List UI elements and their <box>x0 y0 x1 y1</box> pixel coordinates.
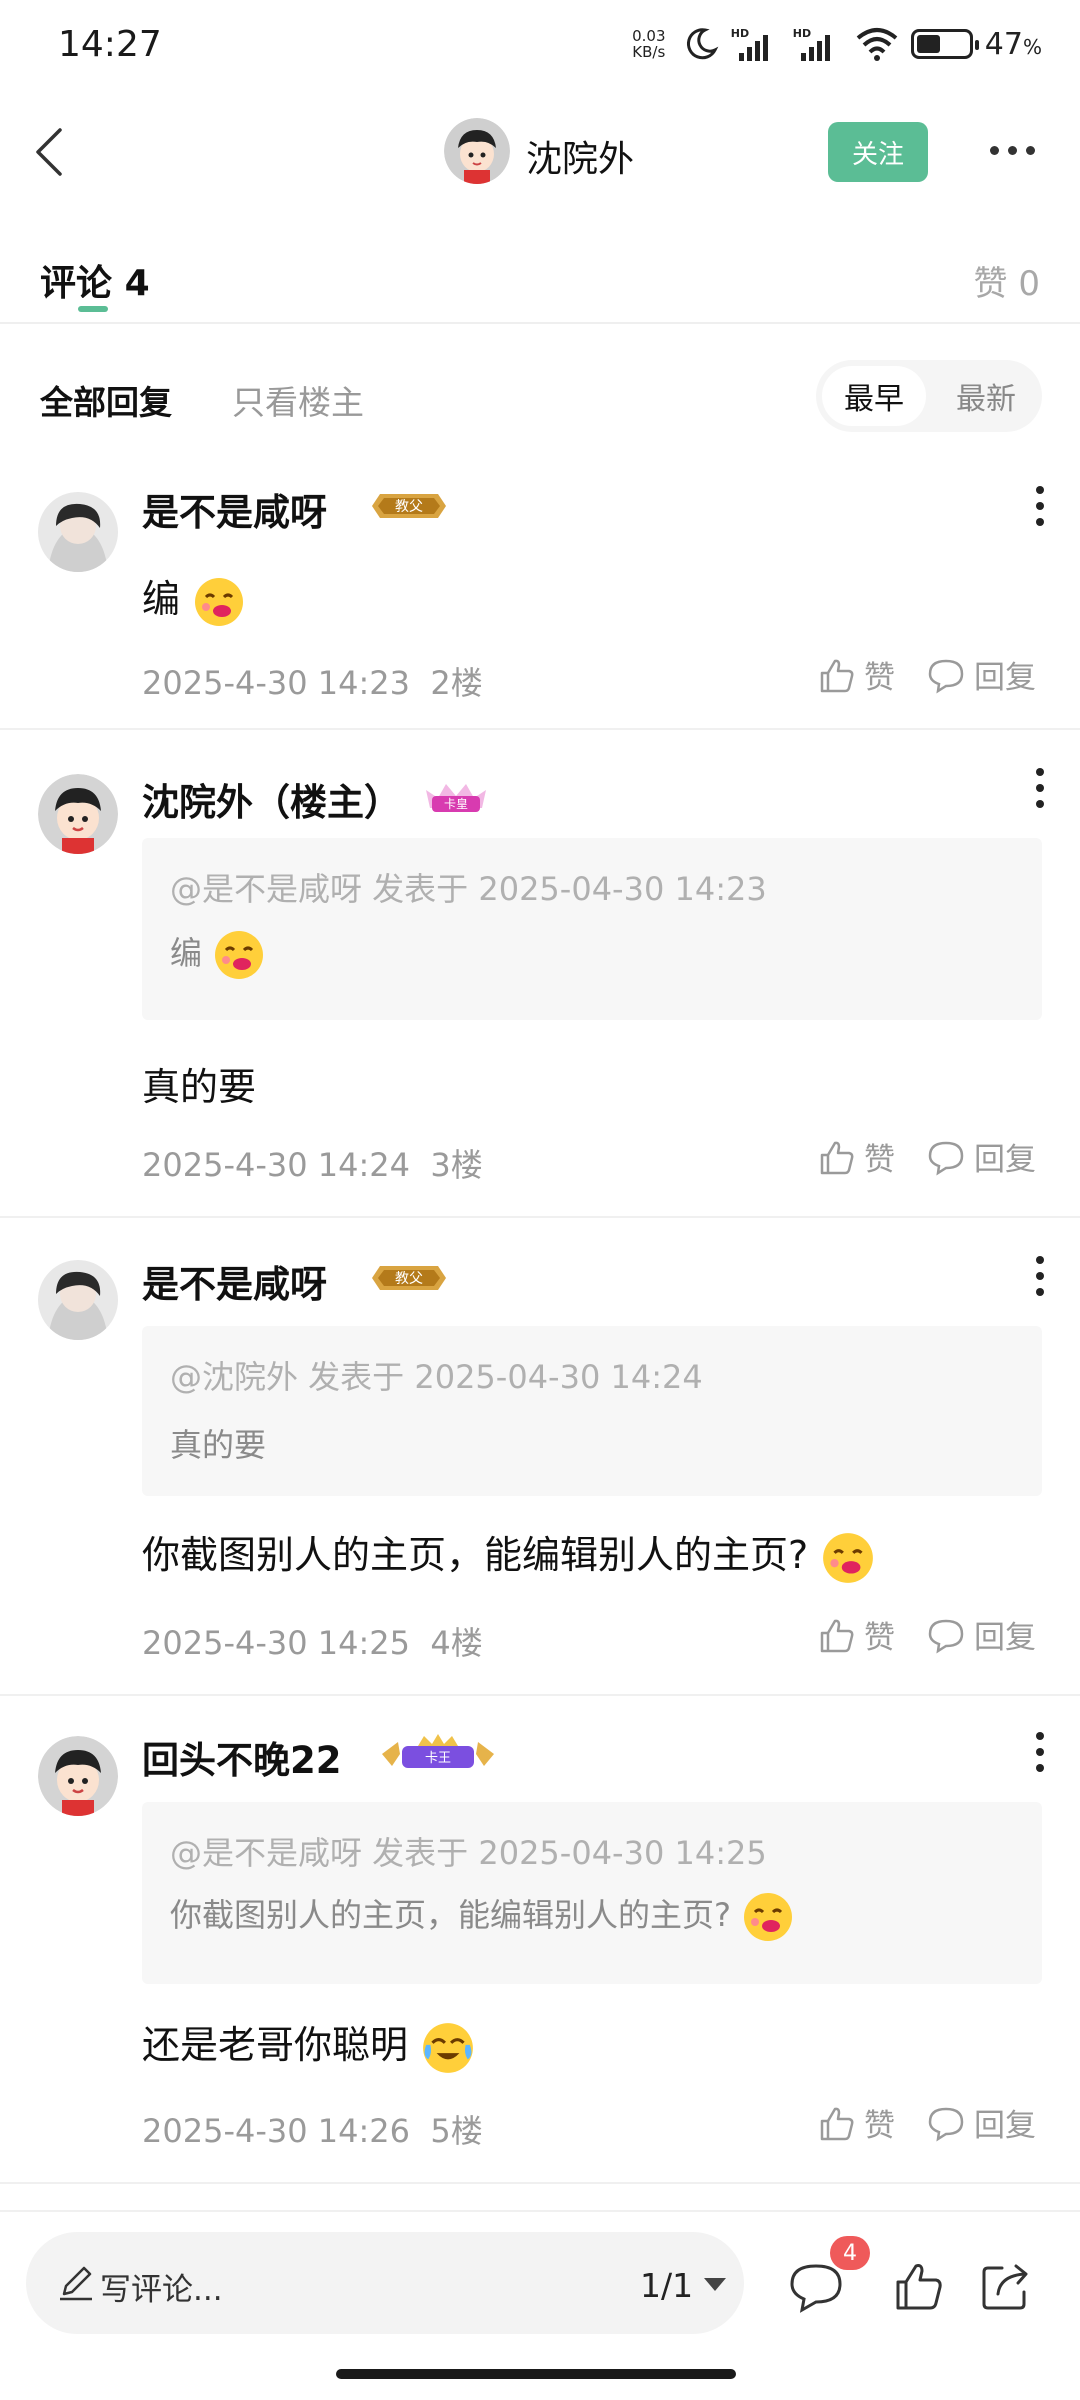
commenter-name[interactable]: 沈院外（楼主） <box>142 772 401 826</box>
thumbs-up-icon[interactable] <box>890 2258 946 2314</box>
commenter-avatar[interactable] <box>38 1736 118 1816</box>
status-bar: 14:27 0.03 KB/s HD HD 47% <box>0 0 1080 90</box>
page-indicator[interactable]: 1/1 <box>640 2266 693 2305</box>
share-icon[interactable] <box>978 2258 1034 2314</box>
drooling-emoji-icon <box>823 1532 874 1583</box>
top-nav-bar: 沈院外 关注 <box>0 100 1080 210</box>
comment-text: 还是老哥你聪明 <box>142 2014 476 2076</box>
like-button[interactable]: 赞 <box>816 2100 895 2145</box>
comment-meta: 2025-4-30 14:24 3楼 <box>142 1146 483 1184</box>
write-comment-input[interactable]: 写评论... 1/1 <box>26 2232 744 2334</box>
comment-more-icon[interactable] <box>1034 768 1046 808</box>
sort-newest-button[interactable]: 最新 <box>936 366 1036 426</box>
comment-meta: 2025-4-30 14:26 5楼 <box>142 2112 483 2150</box>
rank-badge-icon: 卡王 <box>378 1732 498 1772</box>
thumbs-up-icon <box>820 2107 854 2140</box>
quoted-comment: @沈院外 发表于 2025-04-30 14:24 真的要 <box>142 1326 1042 1496</box>
quote-text: 你截图别人的主页，能编辑别人的主页? <box>170 1890 795 1944</box>
reply-button[interactable]: 回复 <box>926 2100 1036 2145</box>
comment-bubble-icon[interactable] <box>788 2262 844 2314</box>
commenter-name[interactable]: 是不是咸呀 <box>142 482 327 536</box>
filter-all-replies[interactable]: 全部回复 <box>40 376 172 424</box>
speech-bubble-icon <box>928 659 964 693</box>
signal-icon-2: HD <box>793 27 843 61</box>
network-speed: 0.03 KB/s <box>632 27 666 61</box>
reply-button[interactable]: 回复 <box>926 1612 1036 1657</box>
tab-likes[interactable]: 赞 0 <box>974 256 1040 305</box>
moon-icon <box>686 28 719 60</box>
like-button[interactable]: 赞 <box>816 652 895 697</box>
reply-button[interactable]: 回复 <box>926 652 1036 697</box>
comment-meta: 2025-4-30 14:23 2楼 <box>142 664 483 702</box>
rank-badge-icon: 卡皇 <box>422 778 490 818</box>
svg-text:卡王: 卡王 <box>425 1751 451 1766</box>
speech-bubble-icon <box>928 1141 964 1175</box>
signal-icon-1: HD <box>731 27 781 61</box>
rank-badge-icon: 教父 <box>368 1258 450 1298</box>
drooling-emoji-icon <box>215 931 264 979</box>
quote-text: 编 <box>170 928 266 982</box>
comment-item: 回头不晚22 卡王 @是不是咸呀 发表于 2025-04-30 14:25 你截… <box>0 1698 1080 2184</box>
sort-earliest-button[interactable]: 最早 <box>822 366 926 426</box>
svg-text:教父: 教父 <box>395 1271 423 1287</box>
thumbs-up-icon <box>820 659 854 692</box>
comment-more-icon[interactable] <box>1034 486 1046 526</box>
quote-header: @沈院外 发表于 2025-04-30 14:24 <box>170 1358 703 1396</box>
quote-header: @是不是咸呀 发表于 2025-04-30 14:25 <box>170 1834 767 1872</box>
thumbs-up-icon <box>820 1141 854 1174</box>
pen-icon <box>60 2266 92 2301</box>
quoted-comment: @是不是咸呀 发表于 2025-04-30 14:25 你截图别人的主页，能编辑… <box>142 1802 1042 1984</box>
commenter-avatar[interactable] <box>38 1260 118 1340</box>
tabs-row: 评论 4 赞 0 <box>0 240 1080 324</box>
comment-item: 沈院外（楼主） 卡皇 @是不是咸呀 发表于 2025-04-30 14:23 编… <box>0 732 1080 1218</box>
wifi-icon <box>856 28 898 61</box>
status-time: 14:27 <box>58 24 162 65</box>
comment-more-icon[interactable] <box>1034 1256 1046 1296</box>
crying-laughing-emoji-icon <box>423 2022 473 2073</box>
caret-down-icon[interactable] <box>704 2278 726 2291</box>
home-indicator[interactable] <box>336 2369 736 2379</box>
comment-item: 是不是咸呀 教父 @沈院外 发表于 2025-04-30 14:24 真的要 你… <box>0 1220 1080 1696</box>
header-title[interactable]: 沈院外 <box>526 130 634 182</box>
host-avatar[interactable] <box>444 118 510 184</box>
speech-bubble-icon <box>928 1619 964 1653</box>
commenter-name[interactable]: 是不是咸呀 <box>142 1254 327 1308</box>
svg-text:卡皇: 卡皇 <box>444 797 468 811</box>
comment-text: 编 <box>142 568 246 629</box>
comment-meta: 2025-4-30 14:25 4楼 <box>142 1624 483 1662</box>
like-button[interactable]: 赞 <box>816 1134 895 1179</box>
quote-header: @是不是咸呀 发表于 2025-04-30 14:23 <box>170 870 767 908</box>
quoted-comment: @是不是咸呀 发表于 2025-04-30 14:23 编 <box>142 838 1042 1020</box>
svg-text:教父: 教父 <box>395 499 423 515</box>
commenter-name[interactable]: 回头不晚22 <box>142 1730 342 1784</box>
comment-count-badge: 4 <box>830 2236 870 2270</box>
comment-text: 真的要 <box>142 1065 257 1109</box>
comment-item: 是不是咸呀 教父 编 2025-4-30 14:23 2楼 赞 回复 <box>0 440 1080 730</box>
rank-badge-icon: 教父 <box>368 486 450 526</box>
tab-comments[interactable]: 评论 4 <box>40 254 150 306</box>
battery-percent: 47% <box>984 26 1042 62</box>
write-comment-placeholder: 写评论... <box>100 2272 223 2308</box>
bottom-action-bar: 写评论... 1/1 4 <box>0 2210 1080 2350</box>
active-tab-indicator <box>78 306 108 312</box>
comment-text: 你截图别人的主页，能编辑别人的主页? <box>142 1524 876 1586</box>
battery-icon <box>910 29 979 59</box>
speech-bubble-icon <box>928 2107 964 2141</box>
status-icons: 0.03 KB/s HD HD 47% <box>627 24 1042 64</box>
like-button[interactable]: 赞 <box>816 1612 895 1657</box>
commenter-avatar[interactable] <box>38 492 118 572</box>
quote-text: 真的要 <box>170 1426 267 1464</box>
back-arrow-icon[interactable] <box>22 122 82 182</box>
drooling-emoji-icon <box>195 577 244 626</box>
filter-row: 全部回复 只看楼主 最早 最新 <box>0 350 1080 440</box>
sort-toggle: 最早 最新 <box>816 360 1042 432</box>
follow-button[interactable]: 关注 <box>828 122 928 182</box>
filter-host-only[interactable]: 只看楼主 <box>232 376 364 424</box>
commenter-avatar[interactable] <box>38 774 118 854</box>
comment-more-icon[interactable] <box>1034 1732 1046 1772</box>
reply-button[interactable]: 回复 <box>926 1134 1036 1179</box>
drooling-emoji-icon <box>744 1893 793 1941</box>
thumbs-up-icon <box>820 1619 854 1652</box>
more-options-icon[interactable] <box>990 138 1040 162</box>
